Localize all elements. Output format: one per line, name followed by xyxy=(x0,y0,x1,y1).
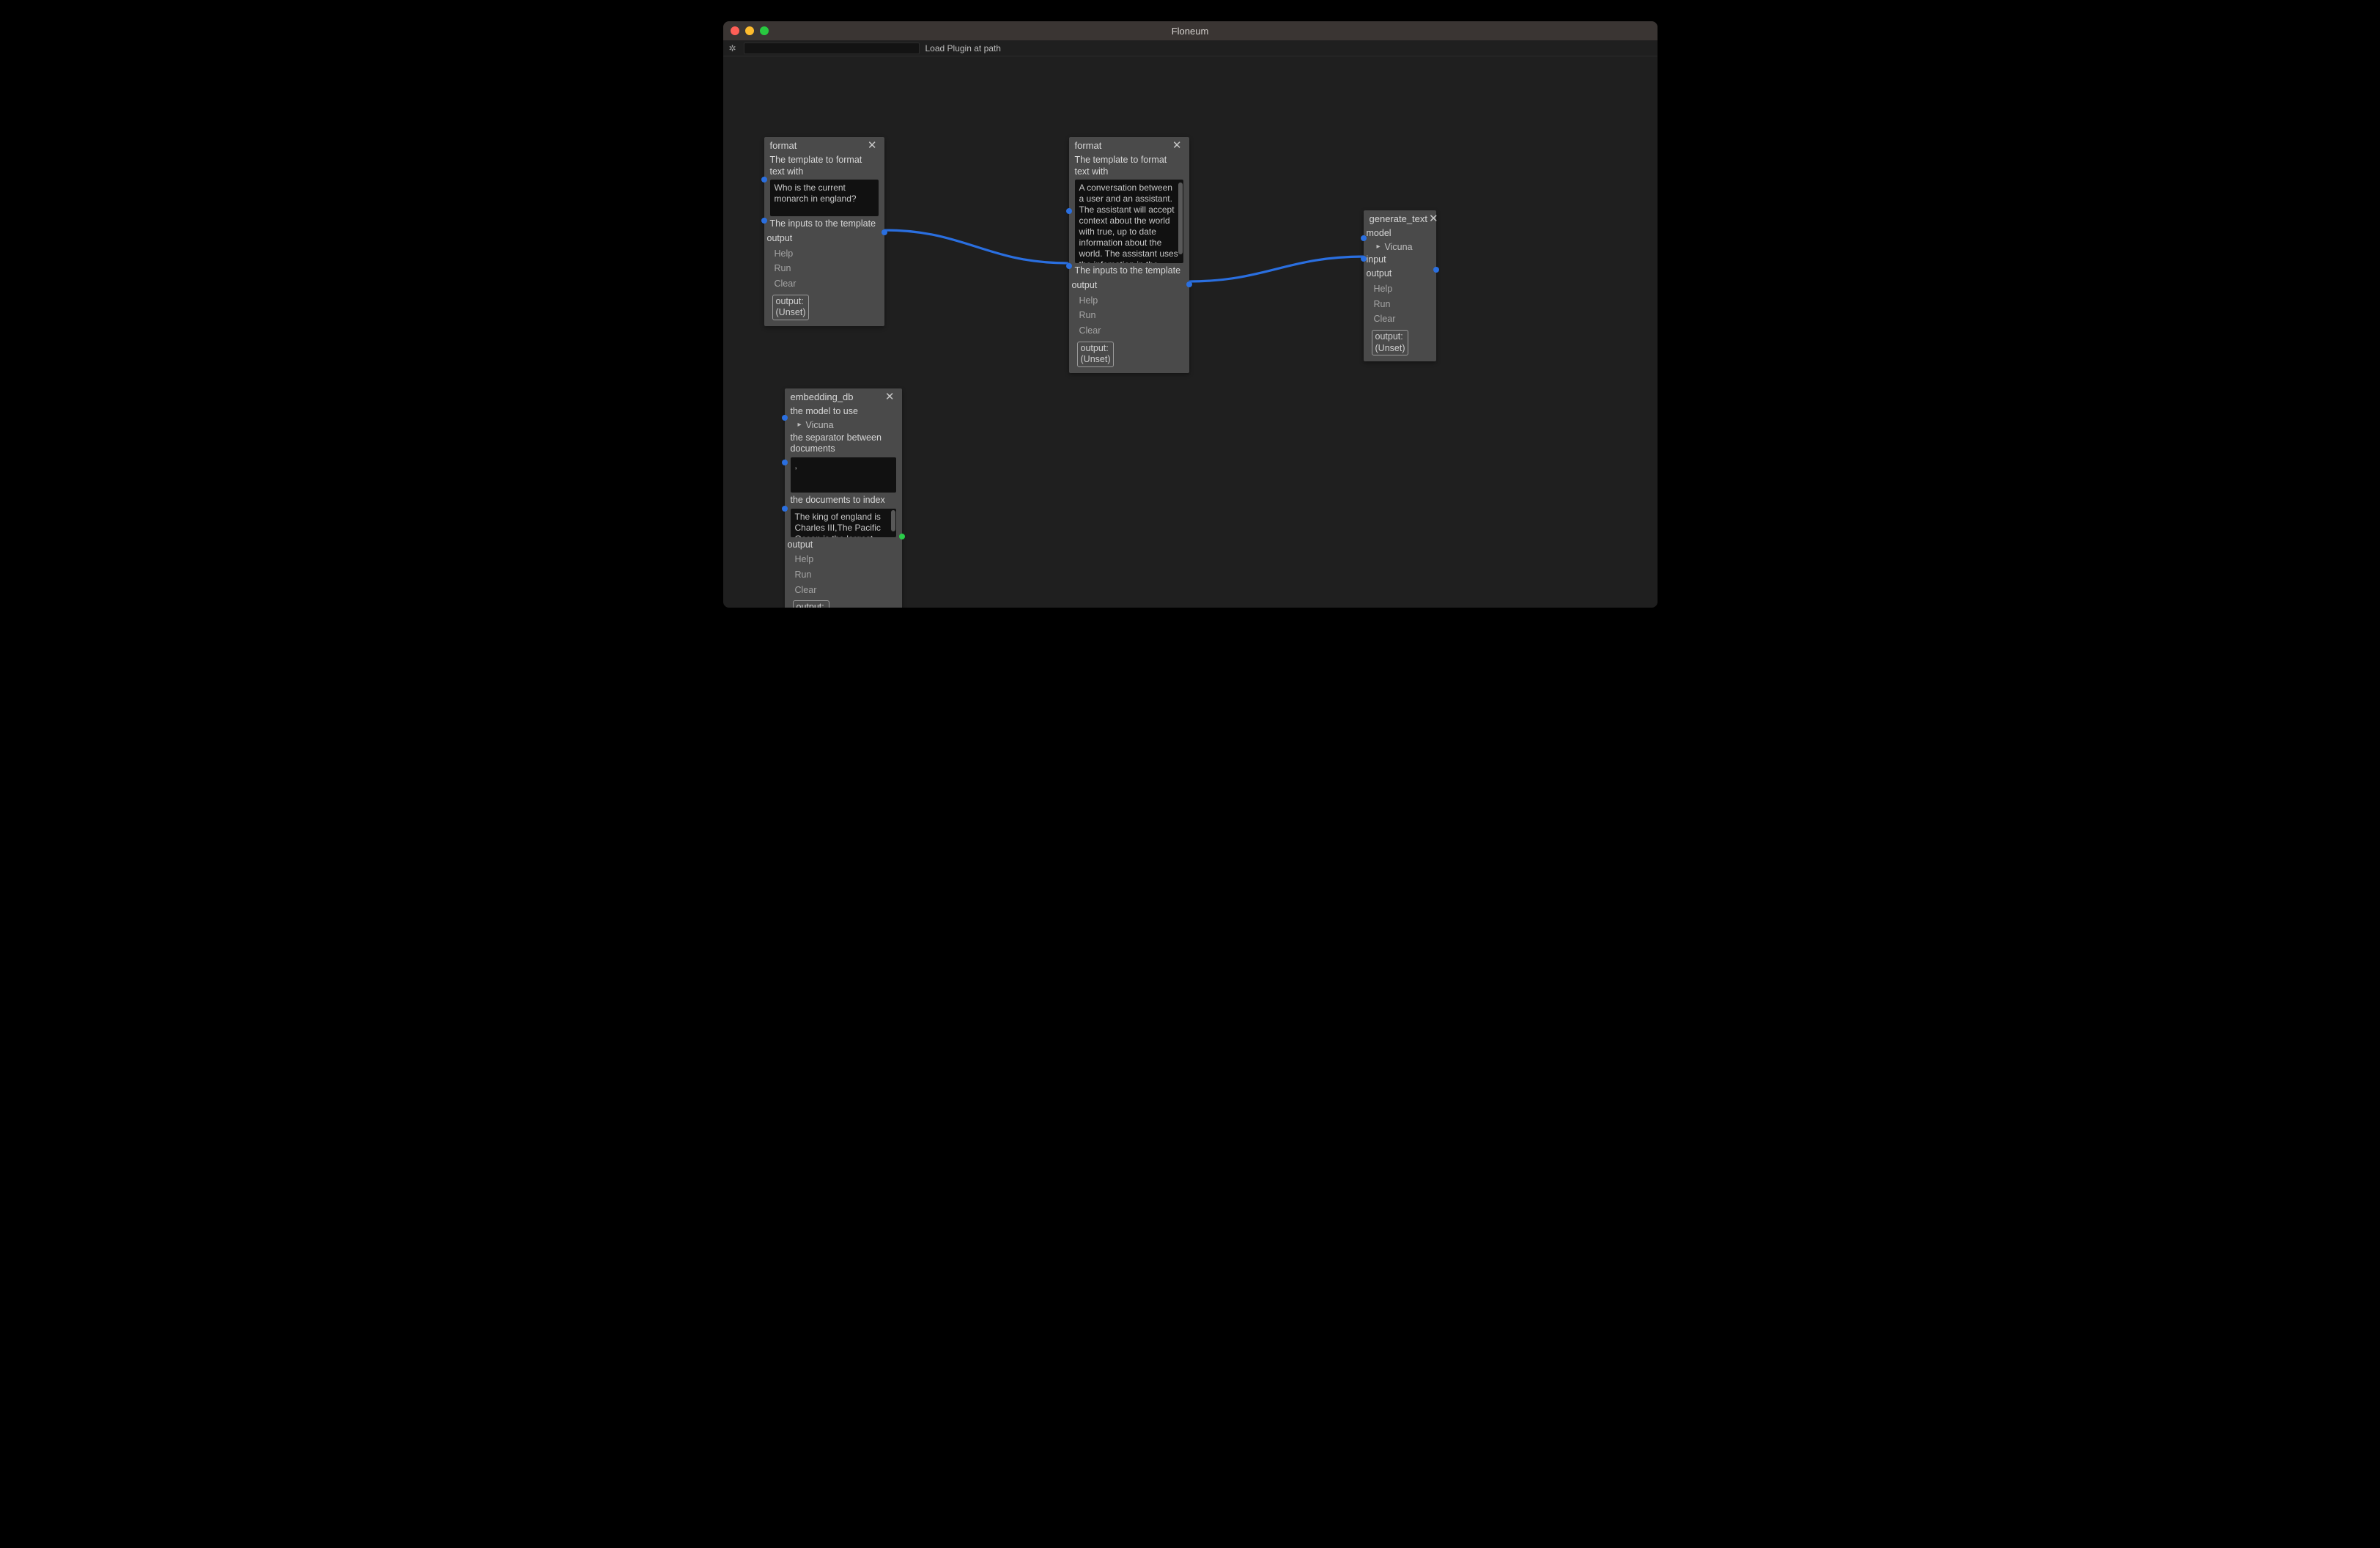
template-field-label: The template to format text with xyxy=(770,154,879,178)
port-in-model[interactable] xyxy=(782,415,788,421)
inputs-field-label: The inputs to the template xyxy=(1075,265,1183,278)
node-title: generate_text xyxy=(1370,213,1428,224)
window-title: Floneum xyxy=(723,26,1658,37)
run-button[interactable]: Run xyxy=(1075,309,1183,322)
toolbar: ✲ Load Plugin at path xyxy=(723,40,1658,56)
node-format-1[interactable]: format ✕ The template to format text wit… xyxy=(764,137,884,326)
node-format-2[interactable]: format ✕ The template to format text wit… xyxy=(1069,137,1189,373)
output-label: output xyxy=(1367,268,1430,281)
output-label: output xyxy=(788,539,896,552)
scrollbar-thumb[interactable] xyxy=(891,510,895,531)
output-status-box: output: (Unset) xyxy=(1372,330,1409,355)
graph-canvas[interactable]: format ✕ The template to format text wit… xyxy=(723,56,1658,608)
scrollbar-thumb[interactable] xyxy=(1178,183,1183,254)
node-embedding-db[interactable]: embedding_db ✕ the model to use ▸Vicuna … xyxy=(785,388,902,608)
run-button[interactable]: Run xyxy=(1370,298,1430,312)
port-in-template[interactable] xyxy=(1066,208,1072,214)
node-title: embedding_db xyxy=(791,391,854,402)
documents-field-label: the documents to index xyxy=(791,494,896,507)
port-out-output[interactable] xyxy=(899,534,905,539)
load-plugin-button[interactable]: Load Plugin at path xyxy=(925,43,1001,54)
separator-field-label: the separator between documents xyxy=(791,432,896,456)
clear-button[interactable]: Clear xyxy=(1075,324,1183,338)
output-status-box: output: (Unset) xyxy=(1077,342,1115,367)
port-in-separator[interactable] xyxy=(782,460,788,465)
clear-button[interactable]: Clear xyxy=(791,583,896,597)
help-button[interactable]: Help xyxy=(770,247,879,261)
template-field-label: The template to format text with xyxy=(1075,154,1183,178)
node-title: format xyxy=(1075,140,1102,151)
node-generate-text[interactable]: generate_text ✕ model ▸Vicuna input outp… xyxy=(1364,210,1436,361)
close-icon[interactable]: ✕ xyxy=(1171,140,1183,151)
clear-button[interactable]: Clear xyxy=(1370,312,1430,326)
output-label: output xyxy=(1072,279,1183,292)
close-icon[interactable]: ✕ xyxy=(866,140,879,151)
help-button[interactable]: Help xyxy=(1075,294,1183,308)
maximize-window-button[interactable] xyxy=(760,26,769,35)
output-status-box: output: (Unset) xyxy=(772,295,810,320)
port-in-inputs[interactable] xyxy=(761,218,767,224)
close-icon[interactable]: ✕ xyxy=(1427,213,1440,224)
port-in-model[interactable] xyxy=(1361,235,1367,241)
port-in-documents[interactable] xyxy=(782,506,788,512)
template-text-input[interactable]: Who is the current monarch in england? xyxy=(770,180,879,216)
port-out-output[interactable] xyxy=(882,229,887,235)
inputs-field-label: The inputs to the template xyxy=(770,218,879,231)
model-field-label: the model to use xyxy=(791,405,896,419)
separator-text-input[interactable]: , xyxy=(791,457,896,493)
port-in-input[interactable] xyxy=(1361,256,1367,262)
traffic-lights xyxy=(723,26,769,35)
run-button[interactable]: Run xyxy=(791,568,896,582)
port-in-inputs[interactable] xyxy=(1066,263,1072,269)
titlebar[interactable]: Floneum xyxy=(723,21,1658,40)
port-out-output[interactable] xyxy=(1433,267,1439,273)
chevron-right-icon: ▸ xyxy=(1377,243,1381,251)
model-dropdown[interactable]: ▸Vicuna xyxy=(791,420,896,430)
template-text-input[interactable]: A conversation between a user and an ass… xyxy=(1075,180,1183,263)
app-window: Floneum ✲ Load Plugin at path format ✕ xyxy=(723,21,1658,608)
help-button[interactable]: Help xyxy=(791,553,896,567)
spinner-icon: ✲ xyxy=(728,43,738,54)
output-status-box: output: (Unset) xyxy=(793,600,830,608)
output-label: output xyxy=(767,232,879,246)
node-title: format xyxy=(770,140,797,151)
model-field-label: model xyxy=(1367,227,1430,240)
run-button[interactable]: Run xyxy=(770,262,879,276)
clear-button[interactable]: Clear xyxy=(770,277,879,291)
chevron-right-icon: ▸ xyxy=(798,421,802,429)
input-field-label: input xyxy=(1367,254,1430,267)
documents-text-input[interactable]: The king of england is Charles III,The P… xyxy=(791,509,896,537)
help-button[interactable]: Help xyxy=(1370,282,1430,296)
model-dropdown[interactable]: ▸Vicuna xyxy=(1370,242,1430,252)
close-icon[interactable]: ✕ xyxy=(884,391,896,402)
minimize-window-button[interactable] xyxy=(745,26,754,35)
port-in-template[interactable] xyxy=(761,177,767,183)
close-window-button[interactable] xyxy=(731,26,739,35)
port-out-output[interactable] xyxy=(1186,281,1192,287)
plugin-path-input[interactable] xyxy=(744,43,920,54)
